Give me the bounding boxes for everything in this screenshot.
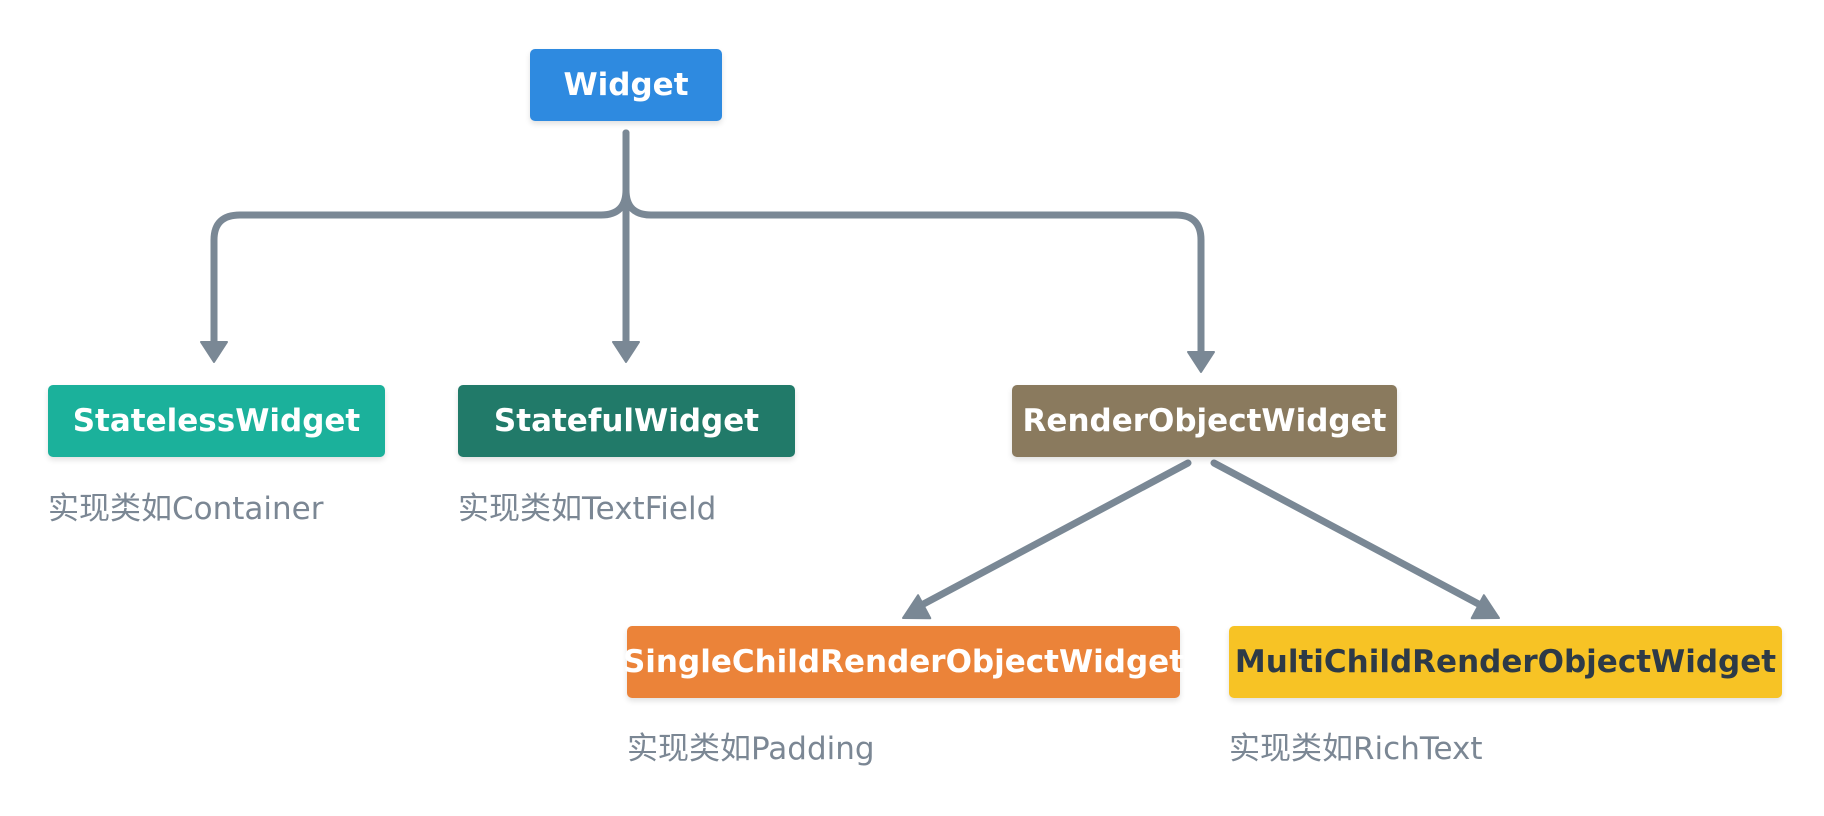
inheritance-diagram: Widget StatelessWidget 实现类如Container Sta…: [0, 0, 1824, 816]
node-widget: Widget: [530, 49, 722, 121]
node-stateful-widget: StatefulWidget: [458, 385, 795, 457]
node-multi-child-render-object-widget-label: MultiChildRenderObjectWidget: [1234, 644, 1777, 680]
edge-widget-to-stateless: [210, 129, 630, 349]
node-multi-child-render-object-widget: MultiChildRenderObjectWidget: [1229, 626, 1782, 698]
node-stateful-widget-label: StatefulWidget: [493, 403, 760, 439]
node-stateless-widget-label: StatelessWidget: [72, 403, 361, 439]
edge-widget-to-render: [622, 129, 1205, 359]
node-render-object-widget-label: RenderObjectWidget: [1022, 403, 1387, 439]
node-stateless-widget: StatelessWidget: [48, 385, 385, 457]
caption-multi-child-render-object-widget: 实现类如RichText: [1229, 731, 1483, 767]
node-render-object-widget: RenderObjectWidget: [1012, 385, 1397, 457]
edge-render-to-single: [912, 459, 1192, 612]
node-single-child-render-object-widget-label: SingleChildRenderObjectWidget: [622, 644, 1185, 680]
arrowhead-stateful: [612, 341, 640, 363]
edge-render-to-multi: [1210, 459, 1490, 612]
caption-stateless-widget: 实现类如Container: [48, 491, 324, 527]
arrowhead-stateless: [200, 341, 228, 363]
caption-stateful-widget: 实现类如TextField: [458, 491, 717, 527]
arrowhead-render: [1187, 351, 1215, 373]
node-single-child-render-object-widget: SingleChildRenderObjectWidget: [623, 626, 1184, 698]
node-widget-label: Widget: [563, 67, 689, 103]
caption-single-child-render-object-widget: 实现类如Padding: [627, 731, 875, 767]
